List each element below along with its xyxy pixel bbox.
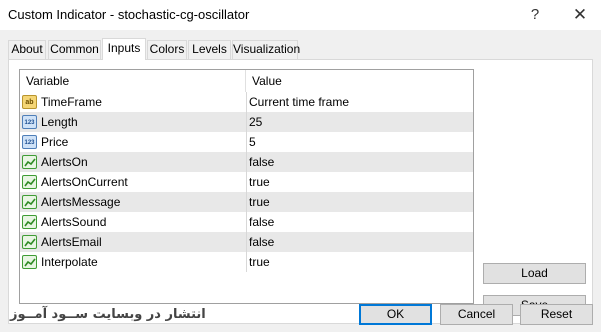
tab-levels[interactable]: Levels <box>188 40 231 59</box>
variable-name: Length <box>41 115 78 129</box>
number-icon: 123 <box>22 115 37 129</box>
grid-header: Variable Value <box>20 70 473 92</box>
load-button[interactable]: Load <box>483 263 586 284</box>
table-row[interactable]: AlertsOn false <box>20 152 473 172</box>
variable-name: AlertsSound <box>41 215 107 229</box>
table-row[interactable]: AlertsSound false <box>20 212 473 232</box>
title-bar: Custom Indicator - stochastic-cg-oscilla… <box>0 0 601 30</box>
help-button[interactable]: ? <box>522 3 548 27</box>
tab-colors[interactable]: Colors <box>147 40 187 59</box>
table-row[interactable]: AlertsEmail false <box>20 232 473 252</box>
variable-value[interactable]: true <box>246 172 473 192</box>
boolean-icon <box>22 255 37 269</box>
variable-name: AlertsOn <box>41 155 88 169</box>
inputs-panel: Variable Value ab TimeFrame Current time… <box>8 59 593 324</box>
column-header-variable[interactable]: Variable <box>20 70 246 92</box>
table-row[interactable]: AlertsMessage true <box>20 192 473 212</box>
table-row[interactable]: 123 Price 5 <box>20 132 473 152</box>
ok-button[interactable]: OK <box>359 304 432 325</box>
variable-value[interactable]: 5 <box>246 132 473 152</box>
variable-name: TimeFrame <box>41 95 102 109</box>
variable-value[interactable]: false <box>246 212 473 232</box>
table-row[interactable]: AlertsOnCurrent true <box>20 172 473 192</box>
variable-value[interactable]: Current time frame <box>246 92 473 112</box>
boolean-icon <box>22 155 37 169</box>
close-icon[interactable]: ✕ <box>567 3 593 27</box>
variable-name: AlertsMessage <box>41 195 121 209</box>
watermark-text: انتشار در وبسایت ســود آمــوز <box>10 307 206 322</box>
column-header-value[interactable]: Value <box>246 70 473 92</box>
reset-button[interactable]: Reset <box>520 304 593 325</box>
tab-common[interactable]: Common <box>48 40 101 59</box>
table-row[interactable]: Interpolate true <box>20 252 473 272</box>
tab-about[interactable]: About <box>8 40 46 59</box>
variable-name: Interpolate <box>41 255 98 269</box>
tab-inputs[interactable]: Inputs <box>102 38 146 60</box>
table-row[interactable]: ab TimeFrame Current time frame <box>20 92 473 112</box>
boolean-icon <box>22 195 37 209</box>
variable-value[interactable]: false <box>246 232 473 252</box>
boolean-icon <box>22 175 37 189</box>
table-row[interactable]: 123 Length 25 <box>20 112 473 132</box>
variable-name: AlertsEmail <box>41 235 102 249</box>
boolean-icon <box>22 235 37 249</box>
variable-name: Price <box>41 135 69 149</box>
variable-value[interactable]: false <box>246 152 473 172</box>
tab-visualization[interactable]: Visualization <box>232 40 300 59</box>
inputs-grid: Variable Value ab TimeFrame Current time… <box>19 69 474 304</box>
variable-value[interactable]: 25 <box>246 112 473 132</box>
variable-name: AlertsOnCurrent <box>41 175 128 189</box>
dialog-body: About Common Inputs Colors Levels Visual… <box>0 30 601 332</box>
variable-value[interactable]: true <box>246 192 473 212</box>
string-icon: ab <box>22 95 37 109</box>
window-title: Custom Indicator - stochastic-cg-oscilla… <box>8 7 250 22</box>
cancel-button[interactable]: Cancel <box>440 304 513 325</box>
boolean-icon <box>22 215 37 229</box>
number-icon: 123 <box>22 135 37 149</box>
variable-value[interactable]: true <box>246 252 473 272</box>
